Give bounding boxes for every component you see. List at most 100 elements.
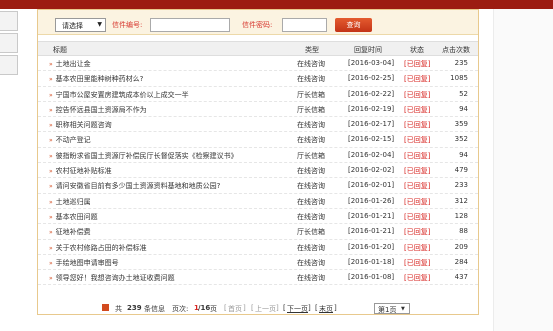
letter-password-label: 信件密码: — [242, 21, 273, 29]
header-count: 点击次数 — [442, 46, 470, 54]
click-count: 94 — [459, 104, 468, 113]
chevron-down-icon: ▼ — [97, 21, 102, 28]
reply-status: [已回复] — [404, 228, 431, 237]
letter-title-link[interactable]: 领导您好！我想咨询办土地证收费问题 — [49, 273, 175, 283]
letter-title-link[interactable]: 土地巡归属 — [49, 197, 91, 207]
total-suffix: 条信息 — [144, 305, 165, 313]
letter-title-link[interactable]: 不动产登记 — [49, 135, 91, 145]
table-row[interactable]: 彼指盼求省国土资源厅补偿民厅长督促落实《检察建议书》 厅长信箱 [2016-02-0… — [38, 148, 478, 164]
next-page-link[interactable]: 下一页 — [287, 304, 308, 314]
letter-title-link[interactable]: 控告怀远县国土资源局不作为 — [49, 105, 147, 115]
table-row[interactable]: 基本农田问题 在线咨询 [2016-01-21] [已回复] 128 — [38, 209, 478, 225]
page-total: /16 — [198, 304, 211, 312]
reply-status: [已回复] — [404, 212, 431, 221]
table-row[interactable]: 职称相关问题咨询 在线咨询 [2016-02-17] [已回复] 359 — [38, 117, 478, 133]
total-prefix: 共 — [115, 305, 122, 313]
letter-type: 在线咨询 — [297, 75, 325, 84]
chevron-down-icon: ▼ — [401, 306, 405, 312]
letter-title-link[interactable]: 征地补偿费 — [49, 227, 91, 237]
reply-status: [已回复] — [404, 151, 431, 160]
type-select[interactable]: 请选择 ▼ — [55, 18, 106, 32]
info-icon — [102, 304, 109, 311]
click-count: 352 — [454, 135, 468, 144]
letter-type: 在线咨询 — [297, 60, 325, 68]
first-page-link[interactable]: 首页 — [228, 304, 242, 314]
letter-password-input[interactable] — [282, 18, 327, 32]
header-type: 类型 — [305, 46, 319, 54]
letter-title-link[interactable]: 关于农村修路占田的补偿标准 — [49, 243, 147, 253]
letter-type: 厅长信箱 — [297, 90, 325, 99]
reply-status: [已回复] — [404, 258, 431, 267]
letter-number-input[interactable] — [150, 18, 230, 32]
table-row[interactable]: 征地补偿费 厅长信箱 [2016-01-21] [已回复] 88 — [38, 224, 478, 240]
letter-title-link[interactable]: 手绘地图申请审图号 — [49, 258, 119, 268]
reply-status: [已回复] — [404, 167, 431, 176]
letter-type: 在线咨询 — [297, 258, 325, 267]
top-banner — [0, 0, 553, 9]
click-count: 284 — [454, 257, 468, 266]
reply-date: [2016-02-02] — [348, 166, 395, 175]
reply-status: [已回复] — [404, 105, 431, 114]
letter-title-link[interactable]: 基本农田里能种树种药材么? — [49, 74, 144, 84]
header-title: 标题 — [53, 46, 67, 54]
last-page-link[interactable]: 末页 — [319, 304, 333, 314]
reply-date: [2016-03-04] — [348, 59, 395, 67]
reply-status: [已回复] — [404, 136, 431, 145]
letter-type: 在线咨询 — [297, 274, 325, 283]
click-count: 479 — [454, 166, 468, 175]
letter-title-link[interactable]: 职称相关问题咨询 — [49, 120, 112, 130]
letter-type: 在线咨询 — [297, 197, 325, 206]
click-count: 235 — [454, 59, 468, 67]
table-row[interactable]: 农村征地补贴标准 在线咨询 [2016-02-02] [已回复] 479 — [38, 163, 478, 179]
left-nav-tab-3[interactable] — [0, 55, 18, 75]
letter-number-label: 信件编号: — [112, 21, 143, 29]
reply-date: [2016-02-22] — [348, 89, 395, 98]
letter-title-link[interactable]: 土地出让金 — [49, 59, 91, 69]
total-count: 239 — [127, 304, 142, 312]
letter-type: 在线咨询 — [297, 212, 325, 221]
letters-panel: 请选择 ▼ 信件编号: 信件密码: 查询 标题 类型 回复时间 状态 点击次数 … — [37, 9, 479, 315]
letter-type: 在线咨询 — [297, 121, 325, 130]
table-row[interactable]: 基本农田里能种树种药材么? 在线咨询 [2016-02-25] [已回复] 1085 — [38, 71, 478, 87]
table-row[interactable]: 土地巡归属 在线咨询 [2016-01-26] [已回复] 312 — [38, 194, 478, 209]
click-count: 437 — [454, 273, 468, 282]
reply-date: [2016-01-08] — [348, 273, 395, 282]
reply-date: [2016-02-19] — [348, 104, 395, 113]
page-select[interactable]: 第1页 ▼ — [374, 303, 410, 314]
prev-page-link[interactable]: 上一页 — [255, 304, 276, 314]
table-row[interactable]: 土地出让金 在线咨询 [2016-03-04] [已回复] 235 — [38, 56, 478, 72]
left-nav-tab-2[interactable] — [0, 33, 18, 53]
table-row[interactable]: 控告怀远县国土资源局不作为 厅长信箱 [2016-02-19] [已回复] 94 — [38, 102, 478, 118]
table-row[interactable]: 手绘地图申请审图号 在线咨询 [2016-01-18] [已回复] 284 — [38, 255, 478, 271]
page-label: 页次: — [172, 305, 189, 313]
reply-date: [2016-01-26] — [348, 196, 395, 205]
table-row[interactable]: 请问安徽省目前有多少国土资源资料基地和地质公园? 在线咨询 [2016-02-01]… — [38, 178, 478, 194]
letter-title-link[interactable]: 宁国市公屋安置房建筑成本价以上成交一半 — [49, 90, 189, 100]
table-row[interactable]: 领导您好！我想咨询办土地证收费问题 在线咨询 [2016-01-08] [已回复] 43… — [38, 270, 478, 286]
letter-title-link[interactable]: 农村征地补贴标准 — [49, 166, 112, 176]
reply-date: [2016-01-21] — [348, 211, 395, 220]
table-row[interactable]: 关于农村修路占田的补偿标准 在线咨询 [2016-01-20] [已回复] 209 — [38, 240, 478, 255]
letter-type: 厅长信箱 — [297, 105, 325, 114]
header-status: 状态 — [410, 46, 424, 54]
letter-title-link[interactable]: 彼指盼求省国土资源厅补偿民厅长督促落实《检察建议书》 — [49, 151, 238, 161]
header-date: 回复时间 — [354, 46, 382, 54]
click-count: 1085 — [450, 74, 468, 83]
reply-date: [2016-02-04] — [348, 150, 395, 159]
letter-type: 在线咨询 — [297, 243, 325, 252]
reply-date: [2016-01-20] — [348, 242, 395, 251]
letter-list: 土地出让金在线咨询[2016-03-04][已回复]235基本农田里能种树种药材… — [38, 56, 478, 286]
reply-status: [已回复] — [404, 90, 431, 99]
left-nav — [0, 9, 18, 89]
table-row[interactable]: 宁国市公屋安置房建筑成本价以上成交一半 厅长信箱 [2016-02-22] [已回复]… — [38, 87, 478, 102]
reply-status: [已回复] — [404, 75, 431, 84]
table-row[interactable]: 不动产登记 在线咨询 [2016-02-15] [已回复] 352 — [38, 132, 478, 148]
reply-date: [2016-01-21] — [348, 227, 395, 236]
search-bar: 请选择 ▼ 信件编号: 信件密码: 查询 — [38, 10, 478, 35]
left-nav-tab-1[interactable] — [0, 11, 18, 31]
letter-title-link[interactable]: 请问安徽省目前有多少国土资源资料基地和地质公园? — [49, 181, 221, 191]
query-button[interactable]: 查询 — [335, 18, 372, 32]
reply-date: [2016-01-18] — [348, 257, 395, 266]
page-select-value: 第1页 — [378, 306, 397, 314]
letter-title-link[interactable]: 基本农田问题 — [49, 212, 98, 222]
